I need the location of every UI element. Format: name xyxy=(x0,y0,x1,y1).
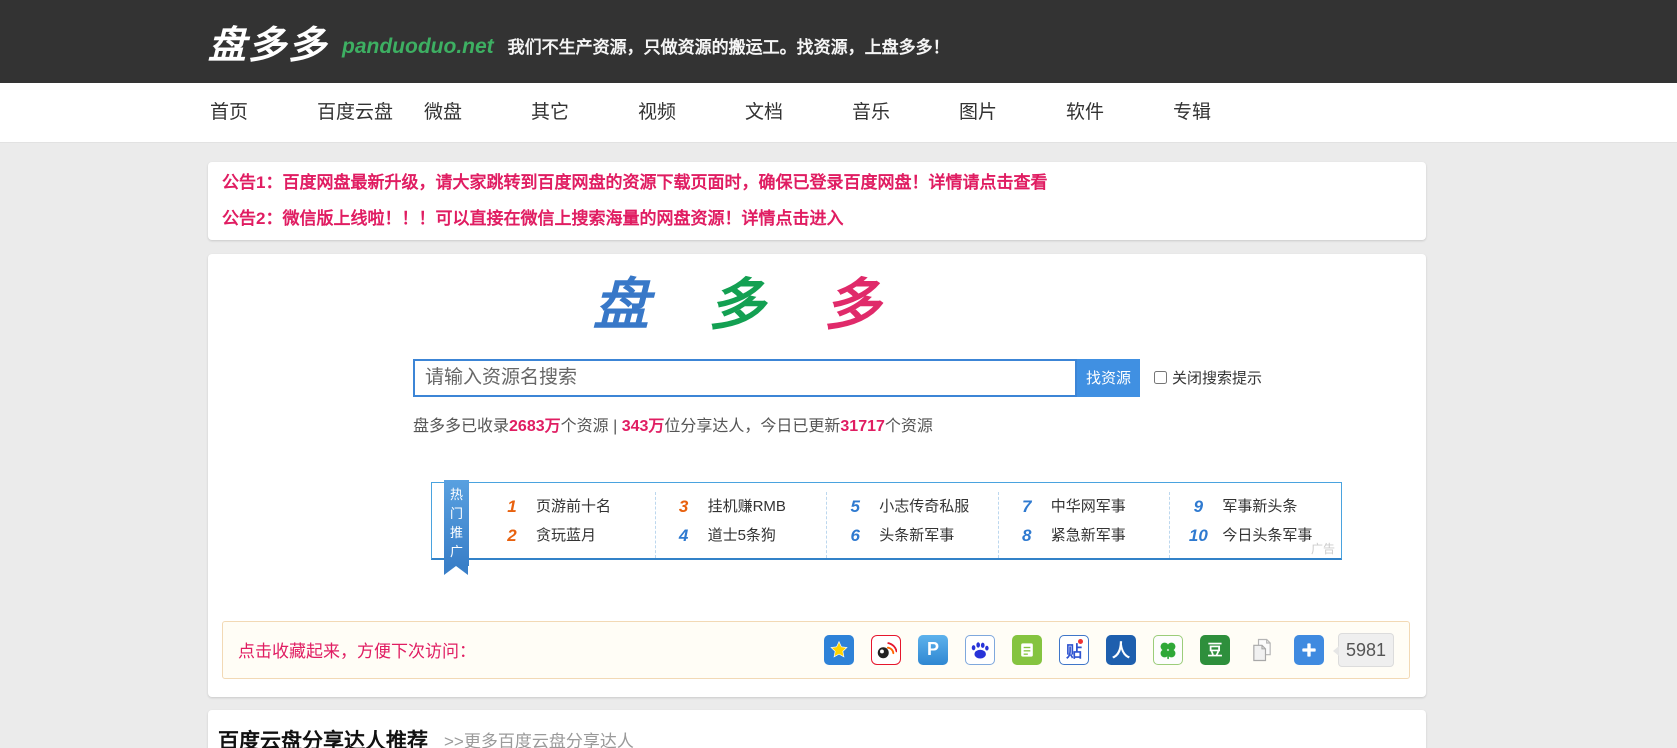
stats-text: 位分享达人，今日已更新 xyxy=(664,417,841,435)
qzone-icon[interactable] xyxy=(824,634,854,665)
icon-glyph: P xyxy=(926,639,939,660)
nav-item-album[interactable]: 专辑 xyxy=(1173,83,1280,143)
stats-total-resources: 2683万 xyxy=(509,417,561,435)
hot-link[interactable]: 道士5条狗 xyxy=(708,521,776,550)
big-logo: 盘 多 多 xyxy=(593,273,1426,336)
hot-promo-box: 热门推广 1 页游前十名 2 贪玩蓝月 3 挂机赚RMB 4 道士5条狗 5 小… xyxy=(431,479,1342,575)
search-input[interactable] xyxy=(413,358,1077,397)
icon-glyph: 贴 xyxy=(1065,643,1082,661)
hot-item: 5 小志传奇私服 xyxy=(827,492,998,521)
stats-line: 盘多多已收录2683万个资源 | 343万位分享达人，今日已更新31717个资源 xyxy=(413,412,1426,436)
announcement-2[interactable]: 公告2：微信版上线啦！！！可以直接在微信上搜索海量的网盘资源！详情点击进入 xyxy=(222,201,1412,237)
hot-rank: 1 xyxy=(507,496,517,516)
stats-text: 个资源 | xyxy=(560,417,622,435)
stats-sharers: 343万 xyxy=(621,417,665,435)
hot-rank: 7 xyxy=(1022,496,1032,516)
nav-item-software[interactable]: 软件 xyxy=(1066,83,1173,143)
hot-item: 8 紧急新军事 xyxy=(999,521,1170,550)
hot-item: 9 军事新头条 xyxy=(1170,492,1341,521)
site-tagline: 我们不生产资源，只做资源的搬运工。找资源，上盘多多！ xyxy=(507,38,950,57)
hot-item: 7 中华网军事 xyxy=(999,492,1170,521)
big-logo-char-1: 盘 xyxy=(593,273,671,336)
tieba-icon[interactable]: 贴 xyxy=(1059,634,1089,665)
hot-link[interactable]: 挂机赚RMB xyxy=(708,492,786,521)
hot-grid: 1 页游前十名 2 贪玩蓝月 3 挂机赚RMB 4 道士5条狗 5 小志传奇私服… xyxy=(484,483,1341,558)
main-content: 公告1：百度网盘最新升级，请大家跳转到百度网盘的资源下载页面时，确保已登录百度网… xyxy=(208,143,1426,748)
recommend-more-link[interactable]: >>更多百度云盘分享达人 xyxy=(444,727,634,748)
nav-item-document[interactable]: 文档 xyxy=(745,83,852,143)
bookmark-bar: 点击收藏起来，方便下次访问： P 贴 人 豆 5981 xyxy=(222,620,1410,679)
baidu-collect-icon[interactable] xyxy=(965,634,995,665)
douban-icon[interactable]: 豆 xyxy=(1200,634,1230,665)
hot-link[interactable]: 今日头条军事 xyxy=(1222,521,1312,550)
search-button[interactable]: 找资源 xyxy=(1077,358,1140,397)
hot-rank: 4 xyxy=(678,525,689,545)
nav-item-video[interactable]: 视频 xyxy=(638,83,745,143)
hot-rank: 2 xyxy=(507,525,517,545)
recommend-card: 百度云盘分享达人推荐 >>更多百度云盘分享达人 xyxy=(208,709,1426,748)
announcement-card: 公告1：百度网盘最新升级，请大家跳转到百度网盘的资源下载页面时，确保已登录百度网… xyxy=(208,162,1426,240)
hot-link[interactable]: 紧急新军事 xyxy=(1051,521,1126,550)
recommend-title: 百度云盘分享达人推荐 xyxy=(218,729,428,748)
renren-icon[interactable]: 人 xyxy=(1106,634,1136,665)
nav-item-music[interactable]: 音乐 xyxy=(852,83,959,143)
search-hint-toggle[interactable]: 关闭搜索提示 xyxy=(1154,367,1262,388)
site-domain: panduoduo.net xyxy=(342,34,494,58)
hot-link[interactable]: 中华网军事 xyxy=(1051,492,1126,521)
hot-ribbon: 热门推广 xyxy=(444,479,469,575)
hot-rank: 10 xyxy=(1188,525,1208,545)
big-logo-char-3: 多 xyxy=(824,273,903,336)
ad-label: 广告 xyxy=(1310,541,1335,556)
hot-item: 2 贪玩蓝月 xyxy=(484,521,655,550)
hint-label: 关闭搜索提示 xyxy=(1172,370,1263,388)
hot-rank: 9 xyxy=(1193,496,1204,516)
hot-link[interactable]: 小志传奇私服 xyxy=(879,492,969,521)
share-icons: P 贴 人 豆 xyxy=(824,634,1324,665)
hot-item: 1 页游前十名 xyxy=(484,492,655,521)
icon-glyph: 豆 xyxy=(1207,642,1223,660)
hot-item: 3 挂机赚RMB xyxy=(656,492,827,521)
nav-item-home[interactable]: 首页 xyxy=(210,83,317,143)
hot-column: 7 中华网军事 8 紧急新军事 xyxy=(999,491,1171,558)
tencent-weibo-icon[interactable]: P xyxy=(918,634,948,665)
hot-link[interactable]: 头条新军事 xyxy=(879,521,954,550)
announcement-1[interactable]: 公告1：百度网盘最新升级，请大家跳转到百度网盘的资源下载页面时，确保已登录百度网… xyxy=(222,165,1412,201)
main-nav: 首页 百度云盘 微盘 其它 视频 文档 音乐 图片 软件 专辑 xyxy=(0,83,1677,143)
hot-item: 4 道士5条狗 xyxy=(656,521,827,550)
copy-link-icon[interactable] xyxy=(1247,635,1277,665)
hot-column: 3 挂机赚RMB 4 道士5条狗 xyxy=(656,491,828,558)
nav-item-image[interactable]: 图片 xyxy=(959,83,1066,143)
stats-text: 盘多多已收录 xyxy=(413,417,510,435)
hot-rank: 8 xyxy=(1022,525,1032,545)
kaixin-clover-icon[interactable] xyxy=(1153,634,1183,665)
baidu-home-icon[interactable] xyxy=(1012,634,1042,665)
hot-item: 6 头条新军事 xyxy=(827,521,998,550)
big-logo-char-2: 多 xyxy=(708,273,787,336)
search-row: 找资源 关闭搜索提示 xyxy=(413,358,1426,397)
page: 盘多多 panduoduo.net 我们不生产资源，只做资源的搬运工。找资源，上… xyxy=(0,0,1677,748)
hot-rank: 5 xyxy=(850,496,860,516)
sina-weibo-icon[interactable] xyxy=(871,634,901,665)
nav-item-other[interactable]: 其它 xyxy=(531,83,638,143)
hint-checkbox[interactable] xyxy=(1154,371,1167,385)
site-logo[interactable]: 盘多多 xyxy=(208,14,328,69)
nav-item-baidu-cloud[interactable]: 百度云盘 xyxy=(317,83,424,143)
site-header: 盘多多 panduoduo.net 我们不生产资源，只做资源的搬运工。找资源，上… xyxy=(0,0,1677,83)
hot-link[interactable]: 军事新头条 xyxy=(1222,492,1297,521)
hot-link[interactable]: 贪玩蓝月 xyxy=(536,521,596,550)
hot-column: 5 小志传奇私服 6 头条新军事 xyxy=(827,491,999,558)
hot-rank: 3 xyxy=(678,496,689,516)
stats-text: 个资源 xyxy=(884,417,933,435)
hot-link[interactable]: 页游前十名 xyxy=(536,492,611,521)
share-count[interactable]: 5981 xyxy=(1333,632,1394,667)
stats-today-updated: 31717 xyxy=(840,417,885,435)
hot-column: 1 页游前十名 2 贪玩蓝月 xyxy=(484,491,656,558)
search-card: 盘 多 多 找资源 关闭搜索提示 盘多多已收录2683万个资源 | 343万位分… xyxy=(208,254,1426,697)
share-more-icon[interactable] xyxy=(1294,634,1324,665)
icon-glyph: 人 xyxy=(1112,640,1130,661)
hot-rank: 6 xyxy=(850,525,860,545)
nav-item-weipan[interactable]: 微盘 xyxy=(424,83,531,143)
bookmark-text: 点击收藏起来，方便下次访问： xyxy=(238,642,476,662)
